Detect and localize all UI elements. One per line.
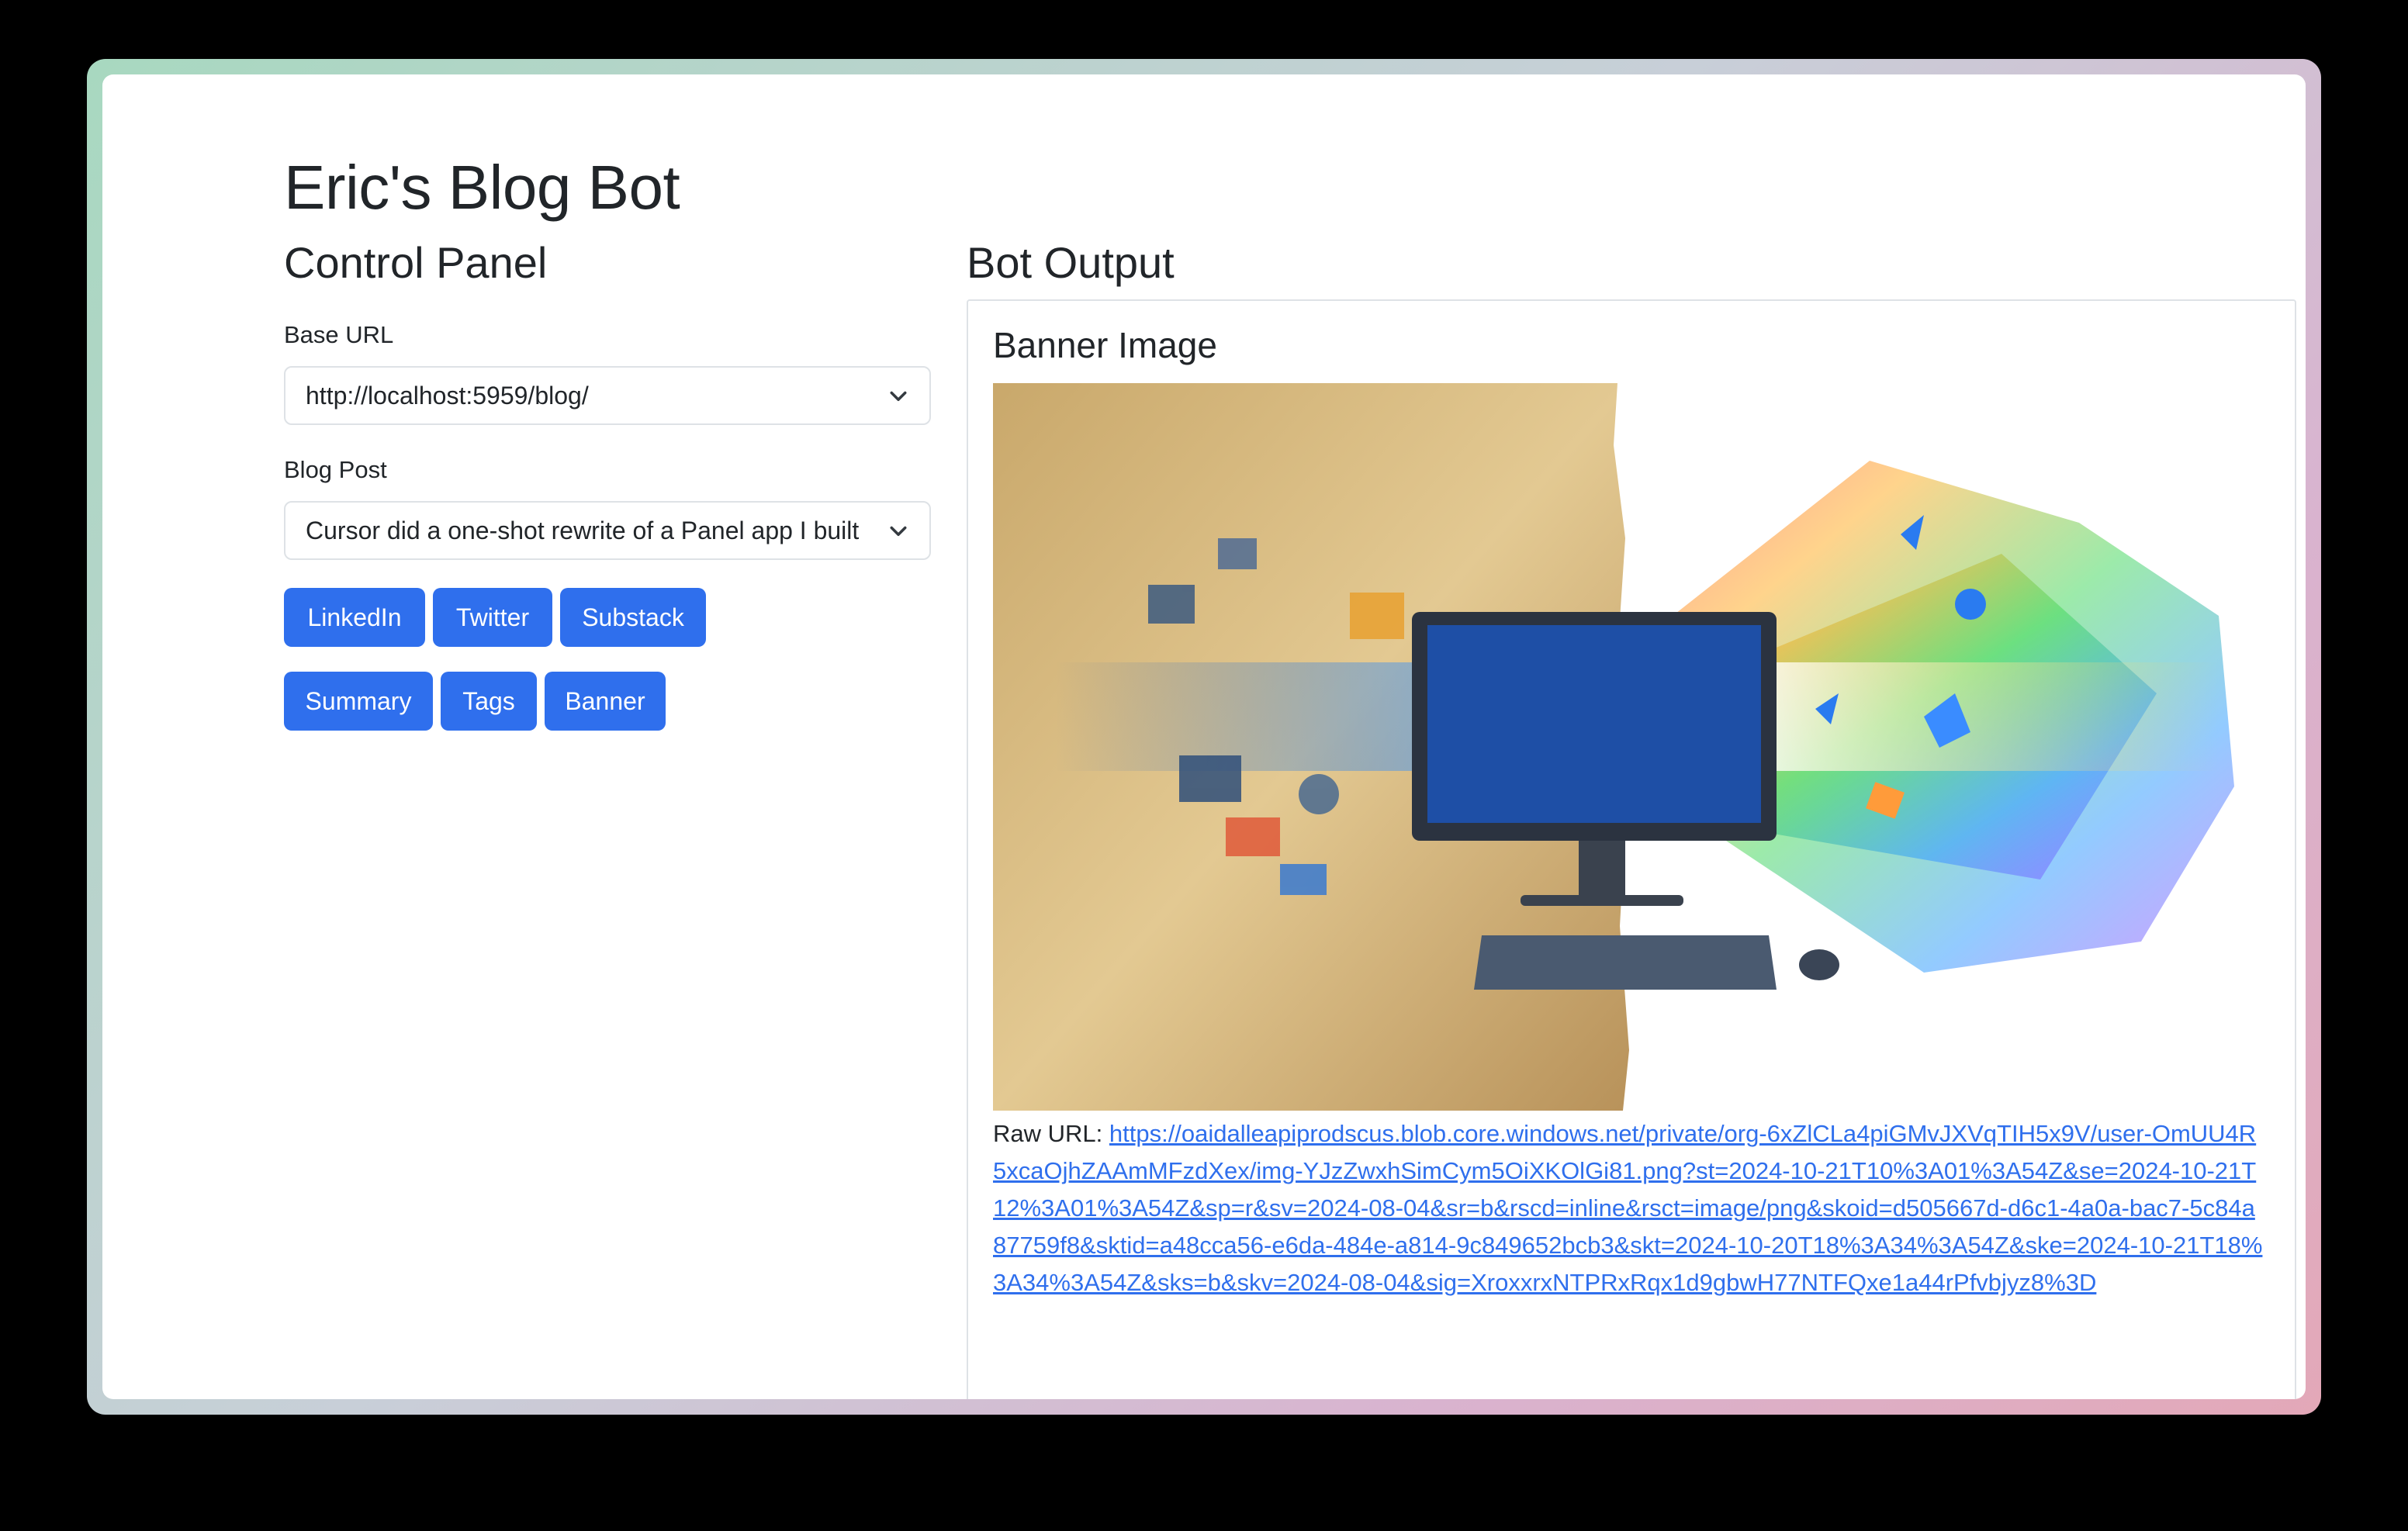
chevron-down-icon [887,520,909,541]
tags-button[interactable]: Tags [441,672,537,731]
blog-post-value: Cursor did a one-shot rewrite of a Panel… [306,516,860,544]
summary-button[interactable]: Summary [284,672,433,731]
banner-button[interactable]: Banner [545,672,666,731]
control-panel-title: Control Panel [284,238,548,287]
blog-post-label: Blog Post [284,456,387,483]
twitter-button[interactable]: Twitter [433,588,552,647]
substack-button[interactable]: Substack [560,588,706,647]
base-url-label: Base URL [284,321,394,348]
banner-image [993,383,2245,1111]
bot-output-title: Bot Output [967,238,1175,287]
raw-url-link[interactable]: https://oaidalleapiprodscus.blob.core.wi… [993,1120,2262,1296]
linkedin-button[interactable]: LinkedIn [284,588,425,647]
base-url-value: http://localhost:5959/blog/ [306,381,589,410]
chevron-down-icon [887,385,909,406]
raw-url-text: Raw URL: https://oaidalleapiprodscus.blo… [993,1115,2265,1301]
app-window: Eric's Blog Bot Control Panel Base URL h… [102,74,2306,1399]
bot-output-panel: Banner Image Raw URL: https://oaidalleap… [967,299,2296,1399]
banner-image-heading: Banner Image [993,325,1217,365]
base-url-select[interactable]: http://localhost:5959/blog/ [284,366,931,425]
app-title: Eric's Blog Bot [284,153,680,222]
window-frame: Eric's Blog Bot Control Panel Base URL h… [87,59,2321,1415]
blog-post-select[interactable]: Cursor did a one-shot rewrite of a Panel… [284,501,931,560]
raw-url-label: Raw URL: [993,1120,1109,1147]
